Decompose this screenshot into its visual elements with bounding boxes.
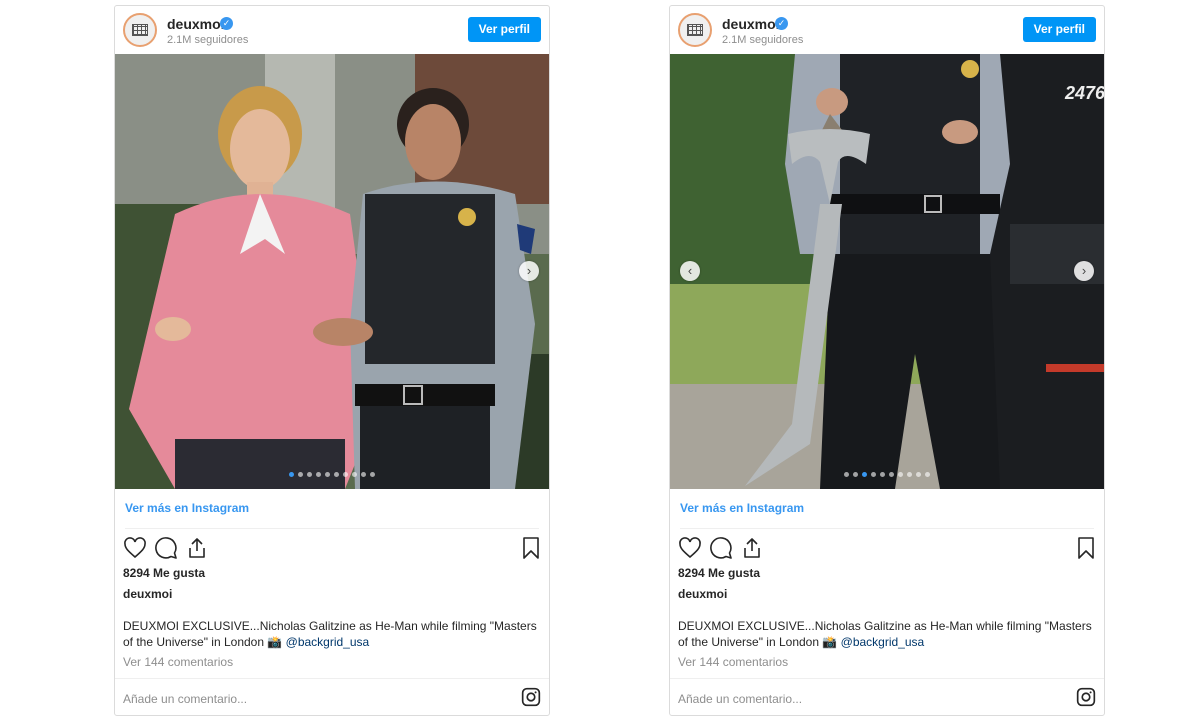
view-more-link[interactable]: Ver más en Instagram xyxy=(125,501,249,515)
chevron-left-icon[interactable]: ‹ xyxy=(680,261,700,281)
carousel-dot xyxy=(298,472,303,477)
carousel-dot xyxy=(853,472,858,477)
mention-link[interactable]: @backgrid_usa xyxy=(841,635,925,649)
carousel-dot xyxy=(361,472,366,477)
divider xyxy=(125,528,539,529)
view-profile-button[interactable]: Ver perfil xyxy=(1022,17,1096,42)
photo-image: 2476 xyxy=(670,54,1104,489)
post-caption: DEUXMOI EXCLUSIVE...Nicholas Galitzine a… xyxy=(123,618,543,650)
instagram-post-embed: deuxmoi ✓ 2.1M seguidores Ver perfil › V… xyxy=(114,5,550,716)
bookmark-icon[interactable] xyxy=(519,536,543,560)
carousel-dot xyxy=(880,472,885,477)
bookmark-icon[interactable] xyxy=(1074,536,1098,560)
share-icon[interactable] xyxy=(740,536,764,560)
verified-badge-icon: ✓ xyxy=(220,17,233,30)
photo-image xyxy=(115,54,549,489)
view-comments-link[interactable]: Ver 144 comentarios xyxy=(123,655,233,669)
carousel-dot xyxy=(316,472,321,477)
carousel-dot xyxy=(334,472,339,477)
view-profile-button[interactable]: Ver perfil xyxy=(467,17,541,42)
follower-count: 2.1M seguidores xyxy=(167,34,249,46)
photo-text: 2476 xyxy=(1064,83,1104,103)
username[interactable]: deuxmoi xyxy=(167,16,225,32)
carousel-indicator xyxy=(670,472,1104,477)
caption-author[interactable]: deuxmoi xyxy=(678,587,727,601)
like-count[interactable]: 8294 Me gusta xyxy=(123,566,205,580)
action-bar xyxy=(123,536,543,560)
action-bar xyxy=(678,536,1098,560)
carousel-dot xyxy=(871,472,876,477)
instagram-icon[interactable] xyxy=(1076,687,1096,707)
post-photo[interactable]: › xyxy=(115,54,549,489)
carousel-dot xyxy=(925,472,930,477)
mention-link[interactable]: @backgrid_usa xyxy=(286,635,370,649)
carousel-dot xyxy=(862,472,867,477)
post-photo[interactable]: 2476 ‹ › xyxy=(670,54,1104,489)
carousel-dot xyxy=(307,472,312,477)
instagram-icon[interactable] xyxy=(521,687,541,707)
chevron-right-icon[interactable]: › xyxy=(1074,261,1094,281)
comment-icon[interactable] xyxy=(154,536,178,560)
post-header: deuxmoi ✓ 2.1M seguidores Ver perfil xyxy=(115,6,549,54)
carousel-dot xyxy=(916,472,921,477)
comment-footer: Añade un comentario... xyxy=(115,678,549,715)
like-count[interactable]: 8294 Me gusta xyxy=(678,566,760,580)
chevron-right-icon[interactable]: › xyxy=(519,261,539,281)
share-icon[interactable] xyxy=(185,536,209,560)
divider xyxy=(680,528,1094,529)
heart-icon[interactable] xyxy=(123,536,147,560)
carousel-dot xyxy=(289,472,294,477)
carousel-dot xyxy=(352,472,357,477)
carousel-dot xyxy=(907,472,912,477)
carousel-dot xyxy=(370,472,375,477)
instagram-post-embed: deuxmoi ✓ 2.1M seguidores Ver perfil 247… xyxy=(669,5,1105,716)
follower-count: 2.1M seguidores xyxy=(722,34,804,46)
carousel-dot xyxy=(844,472,849,477)
post-header: deuxmoi ✓ 2.1M seguidores Ver perfil xyxy=(670,6,1104,54)
carousel-dot xyxy=(343,472,348,477)
carousel-indicator xyxy=(115,472,549,477)
add-comment-input[interactable]: Añade un comentario... xyxy=(678,692,802,706)
carousel-dot xyxy=(898,472,903,477)
comment-footer: Añade un comentario... xyxy=(670,678,1104,715)
carousel-dot xyxy=(325,472,330,477)
post-caption: DEUXMOI EXCLUSIVE...Nicholas Galitzine a… xyxy=(678,618,1098,650)
heart-icon[interactable] xyxy=(678,536,702,560)
username[interactable]: deuxmoi xyxy=(722,16,780,32)
caption-author[interactable]: deuxmoi xyxy=(123,587,172,601)
add-comment-input[interactable]: Añade un comentario... xyxy=(123,692,247,706)
view-more-link[interactable]: Ver más en Instagram xyxy=(680,501,804,515)
comment-icon[interactable] xyxy=(709,536,733,560)
verified-badge-icon: ✓ xyxy=(775,17,788,30)
avatar[interactable] xyxy=(123,13,157,47)
carousel-dot xyxy=(889,472,894,477)
view-comments-link[interactable]: Ver 144 comentarios xyxy=(678,655,788,669)
avatar[interactable] xyxy=(678,13,712,47)
